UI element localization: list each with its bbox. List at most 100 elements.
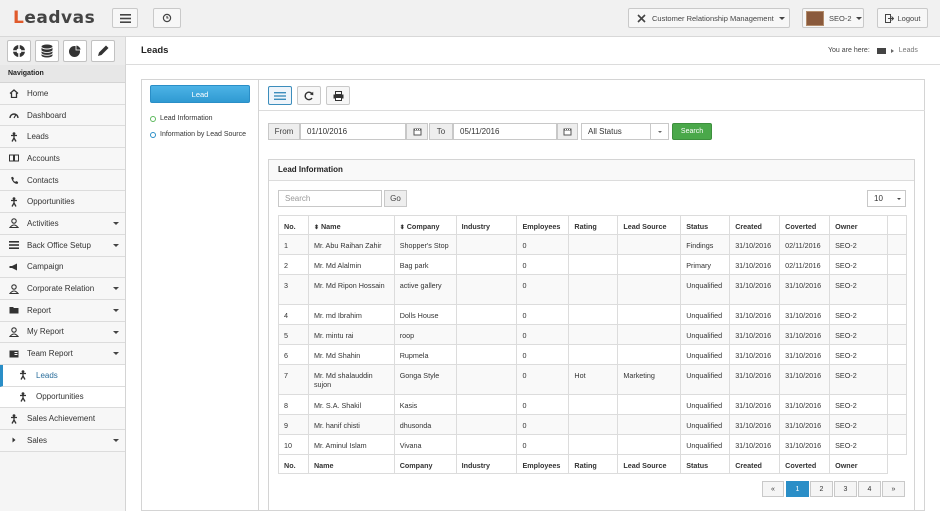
chevron-down-icon — [897, 197, 901, 200]
table-row[interactable]: 4 Mr. md Ibrahim Dolls House 0 Unqualified 31… — [278, 304, 908, 325]
sidebar-item-opportunities[interactable]: Opportunities — [0, 191, 125, 214]
table-row[interactable]: 1 Mr. Abu Raihan Zahir Shopper's Stop 0 Find… — [278, 234, 908, 255]
sidebar-item-leads[interactable]: Leads — [0, 126, 125, 149]
sidebar-item-sales-achievement[interactable]: Sales Achievement — [0, 408, 125, 430]
search-input[interactable]: Search — [278, 190, 382, 207]
cell-owner: SEO-2 — [829, 324, 888, 345]
search-button[interactable]: Search — [672, 123, 712, 140]
sidebar-item-team-report[interactable]: Team Report — [0, 343, 125, 365]
cell-created: 31/10/2016 — [729, 394, 781, 415]
go-button[interactable]: Go — [384, 190, 407, 207]
logout-button[interactable]: Logout — [877, 8, 928, 28]
chevron-down-icon — [113, 243, 119, 247]
menu-toggle-button[interactable] — [112, 8, 138, 28]
from-label: From — [268, 123, 300, 140]
col-employees: Employees — [516, 215, 570, 235]
table-row[interactable]: 10 Mr. Aminul Islam Vivana 0 Unqualified 31/1… — [278, 434, 908, 455]
status-select[interactable]: All Status — [581, 123, 669, 140]
table-row[interactable]: 6 Mr. Md Shahin Rupmela 0 Unqualified 31/10/2… — [278, 344, 908, 365]
breadcrumb-current[interactable]: Leads — [899, 47, 918, 54]
cell-source — [617, 434, 682, 455]
history-button[interactable] — [153, 8, 181, 28]
refresh-button[interactable] — [297, 86, 321, 105]
table-row[interactable]: 2 Mr. Md Alalmin Bag park 0 Primary 31/10/201… — [278, 254, 908, 275]
page-1-button[interactable]: 1 — [786, 481, 809, 497]
sidebar-item-campaign[interactable]: Campaign — [0, 256, 125, 279]
page-2-button[interactable]: 2 — [810, 481, 833, 497]
folder-icon — [9, 305, 19, 315]
sidebar-item-label: My Report — [27, 327, 64, 337]
sidebar-item-corporate-relation[interactable]: Corporate Relation — [0, 278, 125, 300]
cell-company: Vivana — [393, 434, 457, 455]
database-button[interactable] — [35, 40, 59, 62]
page-4-button[interactable]: 4 — [858, 481, 881, 497]
col-company[interactable]: ⬍ Company — [393, 215, 457, 235]
support-button[interactable] — [7, 40, 31, 62]
sidebar-item-leads[interactable]: Leads — [0, 364, 125, 387]
to-calendar-button[interactable] — [557, 123, 578, 140]
user-menu[interactable]: SEO-2 — [802, 8, 864, 28]
edit-button[interactable] — [91, 40, 115, 62]
sidebar-item-label: Leads — [27, 132, 49, 142]
sidebar-item-label: Corporate Relation — [27, 284, 95, 294]
prev-page-button[interactable]: « — [762, 481, 784, 497]
page-3-button[interactable]: 3 — [834, 481, 857, 497]
table-row[interactable]: 7 Mr. Md shalauddin sujon Gonga Style 0 Hot M… — [278, 364, 908, 395]
cell-company: Kasis — [393, 394, 457, 415]
lead-button[interactable]: Lead — [150, 85, 250, 103]
page-size-select[interactable]: 10 — [867, 190, 906, 207]
print-button[interactable] — [326, 86, 350, 105]
col-extra — [886, 215, 908, 235]
col-created: Created — [729, 215, 781, 235]
cell-employees: 0 — [516, 394, 570, 415]
cell-no: 1 — [278, 234, 309, 255]
module-selector[interactable]: Customer Relationship Management — [628, 8, 790, 28]
cell-created: 31/10/2016 — [729, 434, 781, 455]
sidebar-item-home[interactable]: Home — [0, 83, 125, 105]
sort-icon: ⬍ — [399, 225, 405, 231]
chevron-down-icon — [113, 352, 119, 356]
sidebar-item-accounts[interactable]: Accounts — [0, 148, 125, 170]
cell-employees: 0 — [516, 324, 570, 345]
chevron-down-icon — [778, 16, 785, 20]
sidebar-item-dashboard[interactable]: Dashboard — [0, 104, 125, 127]
table-row[interactable]: 9 Mr. hanif chisti dhusonda 0 Unqualified 31/… — [278, 414, 908, 435]
from-calendar-button[interactable] — [406, 123, 428, 140]
cell-rating — [568, 254, 619, 275]
table-body: 1 Mr. Abu Raihan Zahir Shopper's Stop 0 Find… — [278, 234, 908, 455]
sidebar-item-report[interactable]: Report — [0, 299, 125, 322]
cell-rating — [568, 414, 619, 435]
cell-industry — [455, 254, 518, 275]
app-logo[interactable]: Leadvas — [13, 8, 95, 28]
sidebar-item-label: Back Office Setup — [27, 240, 91, 250]
col-name[interactable]: ⬍ Name — [307, 215, 395, 235]
cell-industry — [455, 344, 518, 365]
avatar — [806, 10, 824, 26]
cell-source — [617, 324, 682, 345]
list-view-button[interactable] — [268, 86, 292, 105]
to-date-input[interactable]: 05/11/2016 — [453, 123, 557, 140]
database-icon — [41, 44, 53, 58]
sidebar-item-back-office-setup[interactable]: Back Office Setup — [0, 234, 125, 257]
sidebar-item-sales[interactable]: Sales — [0, 430, 125, 452]
option-lead-source[interactable]: Information by Lead Source — [150, 131, 246, 138]
breadcrumb-prefix: You are here: — [828, 47, 870, 54]
table-row[interactable]: 3 Mr. Md Ripon Hossain active gallery 0 Unqu… — [278, 274, 908, 305]
panel-title: Lead Information — [269, 160, 914, 181]
sidebar-item-my-report[interactable]: My Report — [0, 321, 125, 344]
from-date-input[interactable]: 01/10/2016 — [300, 123, 406, 140]
cell-industry — [455, 304, 518, 325]
reports-button[interactable] — [63, 40, 87, 62]
sidebar-item-opportunities[interactable]: Opportunities — [0, 386, 125, 409]
cell-employees: 0 — [516, 344, 570, 365]
sidebar-item-activities[interactable]: Activities — [0, 213, 125, 235]
foot-name: Name — [307, 454, 395, 474]
table-row[interactable]: 8 Mr. S.A. Shakil Kasis 0 Unqualified 31/10/2… — [278, 394, 908, 415]
cell-owner: SEO-2 — [829, 434, 888, 455]
option-lead-information[interactable]: Lead Information — [150, 115, 213, 122]
sidebar-item-contacts[interactable]: Contacts — [0, 169, 125, 192]
table-row[interactable]: 5 Mr. mintu rai roop 0 Unqualified 31/10/2016… — [278, 324, 908, 345]
list-icon — [9, 240, 19, 250]
person-icon — [9, 131, 19, 142]
next-page-button[interactable]: » — [882, 481, 905, 497]
